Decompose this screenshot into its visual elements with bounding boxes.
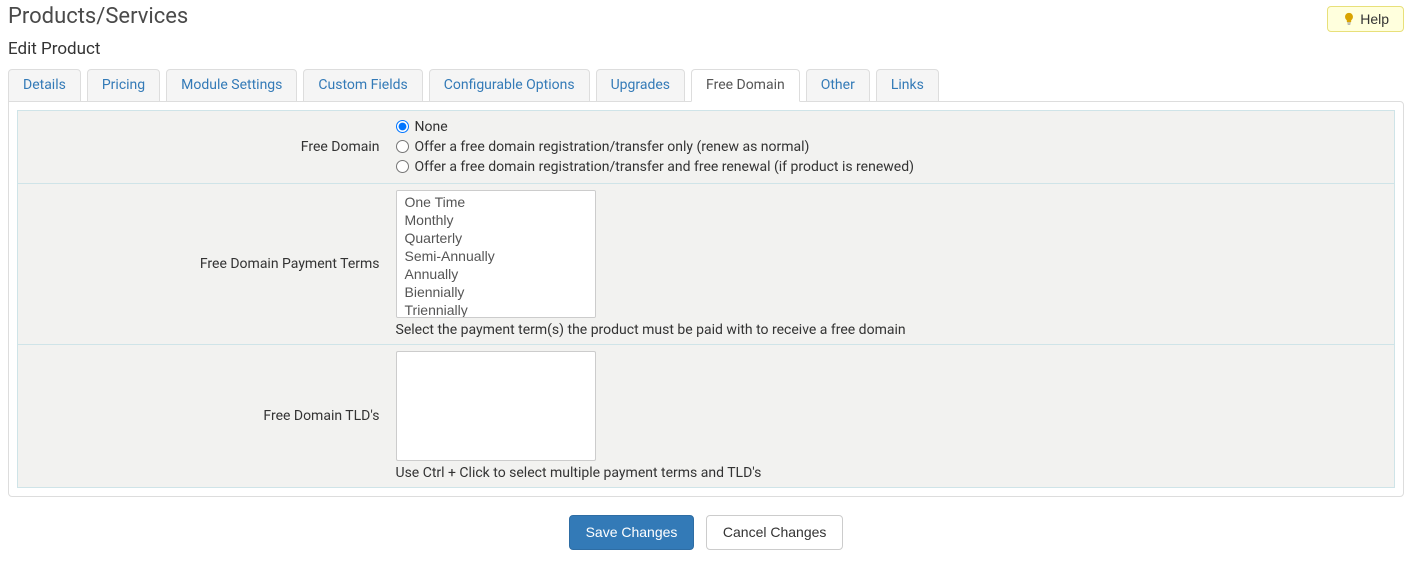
free-domain-option[interactable]: None (396, 117, 1387, 137)
payment-term-option[interactable]: Triennially (399, 301, 593, 318)
tlds-hint: Use Ctrl + Click to select multiple paym… (396, 465, 1387, 481)
payment-term-option[interactable]: Semi-Annually (399, 247, 593, 265)
tab-links[interactable]: Links (876, 69, 939, 102)
page-subtitle: Edit Product (8, 39, 1404, 59)
free-domain-options-cell: None Offer a free domain registration/tra… (388, 110, 1395, 183)
payment-terms-label: Free Domain Payment Terms (18, 183, 388, 344)
free-domain-option-label: Offer a free domain registration/transfe… (415, 159, 914, 175)
free-domain-label: Free Domain (18, 110, 388, 183)
free-domain-option[interactable]: Offer a free domain registration/transfe… (396, 137, 1387, 157)
free-domain-radio[interactable] (396, 120, 409, 133)
tab-upgrades[interactable]: Upgrades (596, 69, 685, 102)
tab-other[interactable]: Other (806, 69, 870, 102)
free-domain-option[interactable]: Offer a free domain registration/transfe… (396, 157, 1387, 177)
free-domain-radio[interactable] (396, 140, 409, 153)
save-button[interactable]: Save Changes (569, 515, 695, 550)
help-button-label: Help (1360, 11, 1389, 27)
payment-terms-hint: Select the payment term(s) the product m… (396, 322, 1387, 338)
tab-pricing[interactable]: Pricing (87, 69, 160, 102)
tlds-select[interactable] (396, 351, 596, 461)
payment-term-option[interactable]: Biennially (399, 283, 593, 301)
payment-term-option[interactable]: Monthly (399, 211, 593, 229)
payment-term-option[interactable]: Quarterly (399, 229, 593, 247)
tab-details[interactable]: Details (8, 69, 81, 102)
tlds-cell: Use Ctrl + Click to select multiple paym… (388, 344, 1395, 487)
help-button[interactable]: Help (1327, 6, 1404, 32)
payment-term-option[interactable]: Annually (399, 265, 593, 283)
page-title: Products/Services (8, 4, 188, 29)
tab-free-domain[interactable]: Free Domain (691, 69, 800, 102)
payment-terms-cell: One TimeMonthlyQuarterlySemi-AnnuallyAnn… (388, 183, 1395, 344)
free-domain-radio[interactable] (396, 160, 409, 173)
lightbulb-icon (1342, 12, 1356, 26)
tab-panel-free-domain: Free Domain None Offer a free domain regi… (8, 101, 1404, 497)
tlds-label: Free Domain TLD's (18, 344, 388, 487)
payment-terms-select[interactable]: One TimeMonthlyQuarterlySemi-AnnuallyAnn… (396, 190, 596, 318)
tab-configurable-options[interactable]: Configurable Options (429, 69, 590, 102)
button-row: Save Changes Cancel Changes (8, 515, 1404, 550)
tab-custom-fields[interactable]: Custom Fields (303, 69, 422, 102)
payment-term-option[interactable]: One Time (399, 193, 593, 211)
cancel-button[interactable]: Cancel Changes (706, 515, 844, 550)
tabs-bar: DetailsPricingModule SettingsCustom Fiel… (8, 69, 1404, 102)
free-domain-option-label: Offer a free domain registration/transfe… (415, 139, 810, 155)
tab-module-settings[interactable]: Module Settings (166, 69, 297, 102)
free-domain-option-label: None (415, 119, 448, 135)
